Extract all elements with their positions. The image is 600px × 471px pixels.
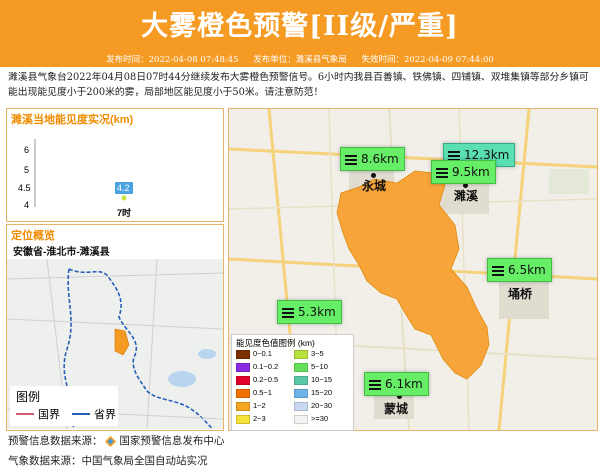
warning-title: 大雾橙色预警[II级/严重] xyxy=(141,11,459,42)
station-marker[interactable]: 6.5km xyxy=(487,258,552,282)
mini-legend-title: 图例 xyxy=(16,390,41,404)
y-tick-label: 4.5 xyxy=(18,183,31,193)
warning-banner: 大雾橙色预警[II级/严重] xyxy=(0,0,600,53)
expire-time: 失效时间：2022-04-09 07:44:00 xyxy=(361,55,494,65)
legend-item: 20~30 xyxy=(294,401,332,411)
data-point xyxy=(121,195,127,201)
legend-swatch xyxy=(236,401,250,411)
data-source-warning: 预警信息数据来源： 国家预警信息发布中心 xyxy=(8,433,224,448)
legend-item: 10~15 xyxy=(294,375,332,385)
list-icon xyxy=(345,153,357,167)
warning-meta-bar: 发布时间：2022-04-08 07:48:45 发布单位：濉溪县气象局 失效时… xyxy=(0,53,600,67)
station-value: 5.3km xyxy=(298,305,336,319)
station-value: 6.1km xyxy=(385,377,423,391)
province-border-label: 省界 xyxy=(94,408,116,421)
list-icon xyxy=(436,166,448,180)
y-tick-label: 6 xyxy=(24,145,29,155)
legend-item: 2~3 xyxy=(236,414,266,424)
legend-item: 0.5~1 xyxy=(236,388,272,398)
legend-item: 15~20 xyxy=(294,388,332,398)
legend-item: 0.2~0.5 xyxy=(236,375,278,385)
legend-item: 5~10 xyxy=(294,362,328,372)
source1-name[interactable]: 国家预警信息发布中心 xyxy=(119,435,224,447)
legend-item: 0.1~0.2 xyxy=(236,362,278,372)
list-icon xyxy=(492,264,504,278)
warning-description: 濉溪县气象台2022年04月08日07时44分继续发布大雾橙色预警信号。6小时内… xyxy=(8,72,589,98)
issue-time: 发布时间：2022-04-08 07:48:45 xyxy=(106,55,239,65)
legend-swatch xyxy=(236,362,250,372)
station-value: 6.5km xyxy=(508,263,546,277)
legend-swatch xyxy=(294,349,308,359)
y-tick-label: 4 xyxy=(24,200,29,210)
data-source-weather: 气象数据来源：中国气象局全国自动站实况 xyxy=(8,455,208,467)
legend-swatch xyxy=(236,375,250,385)
x-tick-label: 7时 xyxy=(117,207,131,218)
legend-title: 能见度色值图例 (km) xyxy=(236,338,315,348)
city-label-yongcheng: 永城 xyxy=(362,179,387,193)
visibility-legend: 能见度色值图例 (km) 0~0.1 3~5 0.1~0.2 5~10 0.2~… xyxy=(231,334,354,431)
visibility-chart-panel: 濉溪当地能见度实况(km) 6 5 4.5 4 4.2 7时 xyxy=(6,108,224,222)
location-title: 定位概览 xyxy=(11,230,55,242)
station-marker[interactable]: 6.1km xyxy=(364,372,429,396)
legend-swatch xyxy=(294,375,308,385)
legend-swatch xyxy=(236,388,250,398)
mini-legend: 图例 国界 省界 xyxy=(10,386,118,426)
legend-swatch xyxy=(236,414,250,424)
location-path: 安徽省-淮北市-濉溪县 xyxy=(13,247,110,258)
visibility-chart: 6 5 4.5 4 4.2 7时 xyxy=(18,139,133,218)
legend-swatch xyxy=(236,349,250,359)
data-point-label: 4.2 xyxy=(117,183,130,193)
source-logo-icon xyxy=(105,435,117,447)
legend-swatch xyxy=(294,401,308,411)
city-label-mengcheng: 蒙城 xyxy=(384,402,409,416)
city-label-suixi: 濉溪 xyxy=(454,189,479,203)
station-marker[interactable]: 8.6km xyxy=(340,147,405,171)
legend-item: 1~2 xyxy=(236,401,266,411)
station-value: 8.6km xyxy=(361,152,399,166)
legend-swatch xyxy=(294,388,308,398)
legend-swatch xyxy=(294,362,308,372)
station-value: 9.5km xyxy=(452,165,490,179)
legend-item: >=30 xyxy=(294,414,328,424)
source1-prefix: 预警信息数据来源： xyxy=(8,435,103,447)
national-border-swatch xyxy=(16,413,34,415)
legend-item: 3~5 xyxy=(294,349,324,359)
station-marker[interactable]: 9.5km xyxy=(431,160,496,184)
legend-item: 0~0.1 xyxy=(236,349,272,359)
city-label-yongqiao: 埇桥 xyxy=(508,287,533,301)
y-tick-label: 5 xyxy=(24,165,29,175)
list-icon xyxy=(369,378,381,392)
list-icon xyxy=(282,306,294,320)
issuer: 发布单位：濉溪县气象局 xyxy=(253,55,347,65)
province-border-swatch xyxy=(72,413,90,415)
station-marker[interactable]: 5.3km xyxy=(277,300,342,324)
legend-swatch xyxy=(294,414,308,424)
national-border-label: 国界 xyxy=(38,408,60,421)
location-overview-panel: 定位概览 安徽省-淮北市-濉溪县 图例 国界 省界 xyxy=(6,224,224,431)
